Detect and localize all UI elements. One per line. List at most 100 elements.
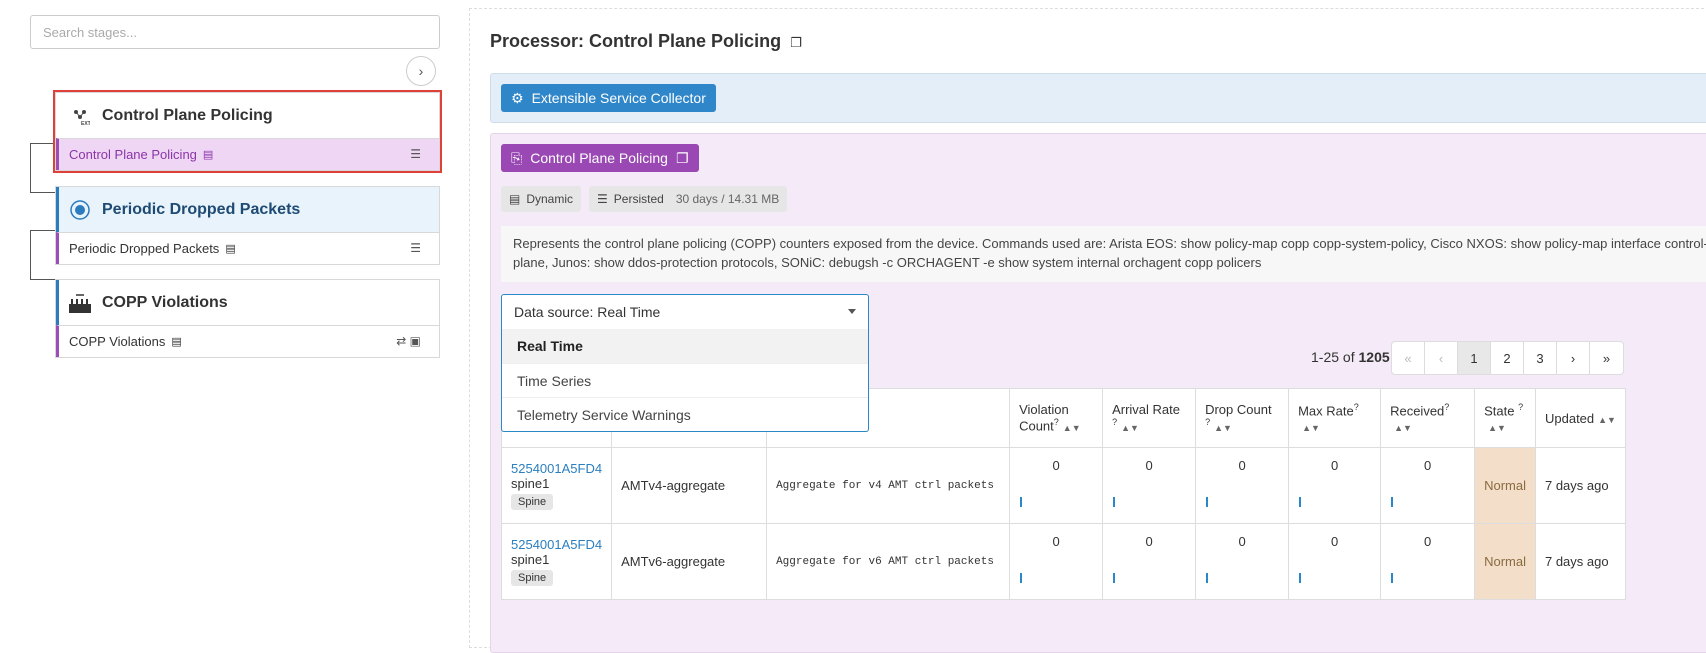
stage-row-label: COPP Violations: [69, 334, 166, 349]
processor-section: ⎘ Control Plane Policing ❐ ▤ Dynamic ☰ P…: [490, 133, 1706, 653]
column-header[interactable]: Drop Count ?▲▼: [1195, 388, 1290, 448]
sparkline: [1391, 497, 1394, 507]
device-link[interactable]: 5254001A5FD4: [511, 461, 602, 476]
chart-icon: ▤: [509, 192, 521, 206]
extensible-collector-icon: EXT: [68, 104, 92, 128]
search-stages-input[interactable]: [30, 15, 440, 49]
data-source-option[interactable]: Telemetry Service Warnings: [502, 397, 868, 431]
pagination-info: 1-25 of 1205: [1311, 349, 1390, 365]
stage-row-label: Periodic Dropped Packets: [69, 241, 220, 256]
description-cell: Aggregate for v6 AMT ctrl packets: [766, 523, 1011, 600]
max-rate-cell: 0: [1288, 523, 1382, 600]
violations-icon: [68, 291, 92, 315]
violation-cell: 0: [1009, 523, 1104, 600]
stage-control-plane-policing[interactable]: EXT Control Plane Policing Control Plane…: [53, 90, 442, 173]
updated-cell: 7 days ago: [1534, 447, 1626, 524]
database-icon: ☰: [597, 192, 608, 206]
drop-cell: 0: [1195, 447, 1290, 524]
arrival-cell: 0: [1102, 447, 1197, 524]
connector-line: [30, 230, 55, 280]
sparkline: [1020, 573, 1023, 583]
persisted-badge: ☰ Persisted 30 days / 14.31 MB: [589, 186, 788, 212]
column-header[interactable]: Max Rate?▲▼: [1288, 388, 1382, 448]
max-rate-cell: 0: [1288, 447, 1382, 524]
sparkline: [1206, 497, 1209, 507]
arrival-cell: 0: [1102, 523, 1197, 600]
processor-description: Represents the control plane policing (C…: [501, 226, 1706, 282]
sparkline: [1113, 573, 1116, 583]
updated-cell: 7 days ago: [1534, 523, 1626, 600]
sparkline: [1206, 573, 1209, 583]
device-link[interactable]: 5254001A5FD4: [511, 537, 602, 552]
collector-section: ⚙ Extensible Service Collector: [490, 73, 1706, 123]
role-badge: Spine: [511, 570, 554, 586]
stage-sidebar: › EXT Control Plane Policing Control Pla…: [0, 0, 442, 631]
caret-down-icon: [848, 309, 856, 314]
copy-icon[interactable]: ❐: [790, 35, 802, 50]
received-cell: 0: [1380, 447, 1476, 524]
target-icon: [68, 198, 92, 222]
stage-row[interactable]: Periodic Dropped Packets ▤ ☰: [56, 232, 439, 264]
sparkline: [1113, 497, 1116, 507]
sort-icon[interactable]: ▲▼: [1598, 415, 1616, 425]
sort-icon[interactable]: ▲▼: [1302, 423, 1320, 433]
table-row: 5254001A5FD4 spine1 Spine AMTv4-aggregat…: [500, 447, 1626, 524]
device-cell: 5254001A5FD4 spine1 Spine: [500, 523, 613, 600]
page-title: Processor: Control Plane Policing ❐: [490, 31, 802, 51]
svg-text:EXT: EXT: [81, 121, 90, 126]
chart-icon: ▤: [171, 336, 182, 348]
connector-line: [30, 143, 55, 193]
role-badge: Spine: [511, 494, 554, 510]
column-header[interactable]: State ?▲▼: [1474, 388, 1536, 448]
sparkline: [1299, 573, 1302, 583]
column-header[interactable]: Violation Count?▲▼: [1009, 388, 1104, 448]
state-cell: Normal: [1474, 447, 1536, 524]
sort-icon[interactable]: ▲▼: [1488, 423, 1506, 433]
page-button[interactable]: 3: [1524, 342, 1557, 374]
stage-row[interactable]: Control Plane Policing ▤ ☰: [56, 138, 439, 170]
sort-icon[interactable]: ▲▼: [1394, 423, 1412, 433]
page-button[interactable]: 2: [1491, 342, 1524, 374]
sort-icon[interactable]: ▲▼: [1063, 423, 1081, 433]
column-header[interactable]: Arrival Rate ?▲▼: [1102, 388, 1197, 448]
first-page-icon[interactable]: «: [1392, 342, 1425, 374]
badge-group: ▤ Dynamic ☰ Persisted 30 days / 14.31 MB: [501, 186, 788, 212]
processor-icon: ⎘: [511, 149, 523, 166]
page-button[interactable]: 1: [1458, 342, 1491, 374]
column-header[interactable]: Updated ▲▼: [1534, 388, 1626, 448]
next-page-icon[interactable]: ›: [1557, 342, 1590, 374]
extensible-collector-icon: ⚙: [511, 89, 524, 106]
chevron-right-icon: ›: [418, 63, 424, 79]
copy-icon[interactable]: ❐: [676, 150, 689, 167]
device-cell: 5254001A5FD4 spine1 Spine: [500, 447, 613, 524]
collector-tag[interactable]: ⚙ Extensible Service Collector: [501, 84, 716, 112]
data-source-select[interactable]: Data source: Real Time: [501, 294, 869, 330]
processor-panel: Processor: Control Plane Policing ❐ ⚙ Ex…: [469, 8, 1706, 653]
table-row: 5254001A5FD4 spine1 Spine AMTv6-aggregat…: [500, 523, 1626, 600]
stage-copp-violations[interactable]: COPP Violations COPP Violations ▤ ⇄ ▣: [55, 279, 440, 358]
data-source-option[interactable]: Time Series: [502, 363, 868, 397]
sort-icon[interactable]: ▲▼: [1214, 423, 1232, 433]
database-icon: ☰: [410, 147, 421, 161]
state-cell: Normal: [1474, 523, 1536, 600]
drop-cell: 0: [1195, 523, 1290, 600]
stage-row-label: Control Plane Policing: [69, 147, 197, 162]
last-page-icon[interactable]: »: [1590, 342, 1623, 374]
stage-row[interactable]: COPP Violations ▤ ⇄ ▣: [56, 325, 439, 357]
received-cell: 0: [1380, 523, 1476, 600]
prev-page-icon[interactable]: ‹: [1425, 342, 1458, 374]
sparkline: [1299, 497, 1302, 507]
chart-icon: ▤: [225, 243, 236, 255]
sparkline: [1391, 573, 1394, 583]
chart-icon: ▤: [202, 149, 214, 161]
sort-icon[interactable]: ▲▼: [1121, 423, 1139, 433]
expand-button[interactable]: ›: [406, 56, 436, 86]
violation-cell: 0: [1009, 447, 1104, 524]
stage-periodic-dropped-packets[interactable]: Periodic Dropped Packets Periodic Droppe…: [55, 186, 440, 265]
column-header[interactable]: Received?▲▼: [1380, 388, 1476, 448]
data-source-option[interactable]: Real Time: [502, 329, 868, 363]
stage-title: Periodic Dropped Packets: [102, 200, 301, 218]
processor-tag[interactable]: ⎘ Control Plane Policing ❐: [501, 144, 699, 172]
class-cell: AMTv6-aggregate: [611, 523, 768, 600]
pagination: « ‹ 1 2 3 › »: [1391, 341, 1624, 375]
